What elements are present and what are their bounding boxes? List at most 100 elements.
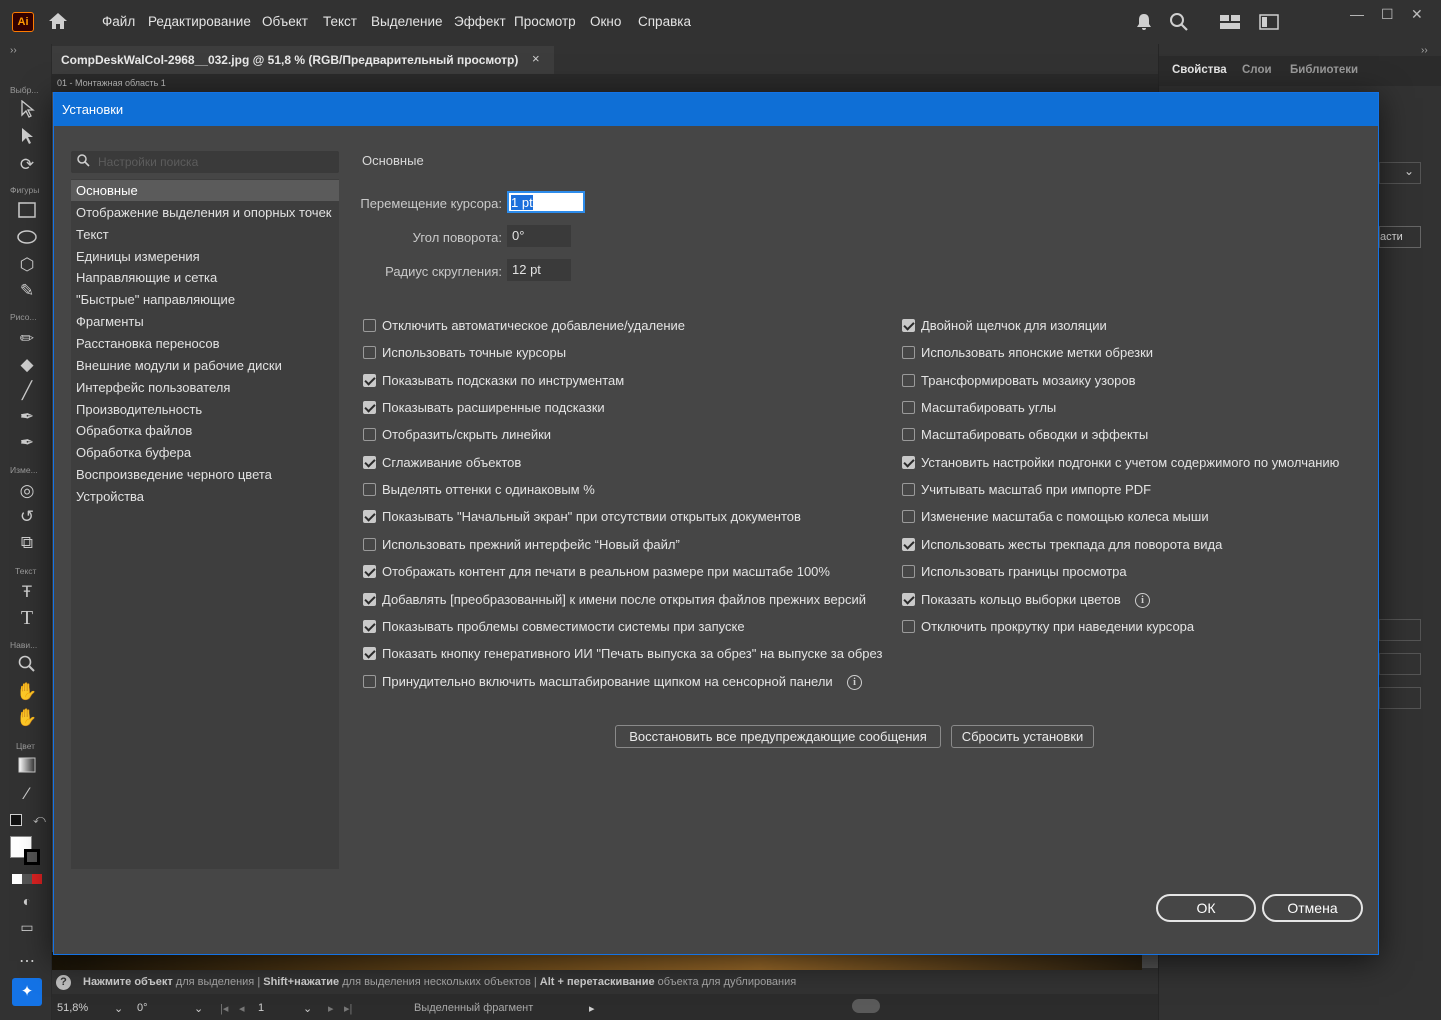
- stroke-swatch[interactable]: [24, 849, 40, 865]
- gradient-tool-icon[interactable]: [15, 757, 39, 779]
- menu-type[interactable]: Текст: [323, 14, 357, 29]
- menu-help[interactable]: Справка: [638, 14, 691, 29]
- category-item[interactable]: Фрагменты: [71, 311, 339, 332]
- next-artboard-icon[interactable]: ▸: [328, 1002, 334, 1015]
- checkbox-unchecked[interactable]: [902, 401, 915, 415]
- type-on-path-tool-icon[interactable]: Ŧ: [15, 581, 39, 603]
- last-artboard-icon[interactable]: ▸|: [344, 1002, 352, 1015]
- help-icon[interactable]: ?: [56, 975, 71, 990]
- category-item[interactable]: Воспроизведение черного цвета: [71, 464, 339, 485]
- checkbox-unchecked[interactable]: [902, 510, 915, 524]
- menu-view[interactable]: Просмотр: [514, 14, 576, 29]
- reset-preferences-button[interactable]: Сбросить установки: [951, 725, 1094, 748]
- checkbox-checked[interactable]: [902, 455, 915, 469]
- checkbox-unchecked[interactable]: [902, 565, 915, 579]
- menu-edit[interactable]: Редактирование: [148, 14, 251, 29]
- panel-field[interactable]: [1379, 687, 1421, 709]
- checkbox-checked[interactable]: [363, 619, 376, 633]
- home-icon[interactable]: [47, 11, 69, 31]
- checkbox-checked[interactable]: [902, 592, 915, 606]
- direct-selection-tool-icon[interactable]: [15, 127, 39, 149]
- checkbox-unchecked[interactable]: [902, 619, 915, 633]
- chevron-down-icon[interactable]: ⌄: [194, 1002, 203, 1015]
- rectangle-tool-icon[interactable]: [15, 202, 39, 224]
- bell-icon[interactable]: [1136, 13, 1152, 36]
- rotation-value[interactable]: 0°: [137, 1002, 148, 1014]
- type-tool-icon[interactable]: T: [15, 607, 39, 629]
- collapse-icon[interactable]: ››: [10, 45, 17, 56]
- pen-tool-icon[interactable]: ✒: [15, 406, 39, 428]
- category-item[interactable]: Внешние модули и рабочие диски: [71, 355, 339, 376]
- checkbox-unchecked[interactable]: [902, 373, 915, 387]
- checkbox-unchecked[interactable]: [902, 483, 915, 497]
- checkbox-checked[interactable]: [363, 510, 376, 524]
- restore-warnings-button[interactable]: Восстановить все предупреждающие сообщен…: [615, 725, 941, 748]
- rotate-view-tool-icon[interactable]: ✋: [15, 707, 39, 729]
- category-item[interactable]: Расстановка переносов: [71, 333, 339, 354]
- lasso-tool-icon[interactable]: ⟳: [15, 154, 39, 176]
- rotate-tool-icon[interactable]: ↺: [15, 506, 39, 528]
- category-item[interactable]: Единицы измерения: [71, 246, 339, 267]
- checkbox-unchecked[interactable]: [363, 483, 376, 497]
- draw-mode-icon[interactable]: ◐: [15, 890, 39, 912]
- menu-window[interactable]: Окно: [590, 14, 621, 29]
- color-mode-icon[interactable]: [12, 874, 42, 884]
- info-icon[interactable]: i: [1135, 592, 1150, 608]
- collapse-panel-icon[interactable]: ››: [1421, 45, 1428, 56]
- checkbox-unchecked[interactable]: [363, 319, 376, 332]
- menu-effect[interactable]: Эффект: [454, 14, 506, 29]
- polygon-tool-icon[interactable]: ⬡: [15, 254, 39, 276]
- constrain-angle-input[interactable]: 0°: [507, 225, 571, 247]
- search-icon[interactable]: [1169, 12, 1189, 37]
- menu-file[interactable]: Файл: [102, 14, 135, 29]
- minimize-icon[interactable]: —: [1350, 6, 1364, 22]
- checkbox-checked[interactable]: [363, 565, 376, 579]
- category-item[interactable]: Направляющие и сетка: [71, 267, 339, 288]
- warp-tool-icon[interactable]: ◎: [15, 480, 39, 502]
- checkbox-checked[interactable]: [363, 592, 376, 606]
- category-item[interactable]: Обработка буфера: [71, 442, 339, 463]
- prev-artboard-icon[interactable]: ◂: [239, 1002, 245, 1015]
- first-artboard-icon[interactable]: |◂: [220, 1002, 228, 1015]
- checkbox-unchecked[interactable]: [363, 674, 376, 688]
- menu-select[interactable]: Выделение: [371, 14, 443, 29]
- checkbox-checked[interactable]: [902, 319, 915, 332]
- more-tools-icon[interactable]: ⋯: [15, 951, 39, 973]
- brush-tool-icon[interactable]: ╱: [15, 380, 39, 402]
- ok-button[interactable]: ОК: [1156, 894, 1256, 922]
- info-icon[interactable]: i: [847, 674, 862, 690]
- zoom-tool-icon[interactable]: [15, 655, 39, 677]
- chevron-down-icon[interactable]: ⌄: [303, 1002, 312, 1015]
- category-item[interactable]: Текст: [71, 224, 339, 245]
- checkbox-unchecked[interactable]: [363, 428, 376, 442]
- document-tab[interactable]: CompDeskWalCol-2968__032.jpg @ 51,8 % (R…: [52, 46, 554, 74]
- eyedropper-tool-icon[interactable]: ⁄: [15, 783, 39, 805]
- category-item[interactable]: Основные: [71, 180, 339, 201]
- panel-field[interactable]: [1379, 653, 1421, 675]
- tab-layers[interactable]: Слои: [1242, 64, 1272, 76]
- cancel-button[interactable]: Отмена: [1262, 894, 1363, 922]
- cursor-key-input[interactable]: 1 pt: [507, 191, 585, 213]
- tab-libraries[interactable]: Библиотеки: [1290, 64, 1358, 76]
- pencil-tool-icon[interactable]: ✏: [15, 328, 39, 350]
- category-item[interactable]: Обработка файлов: [71, 420, 339, 441]
- zoom-level[interactable]: 51,8%: [57, 1002, 88, 1014]
- checkbox-checked[interactable]: [363, 455, 376, 469]
- menu-object[interactable]: Объект: [262, 14, 308, 29]
- close-window-icon[interactable]: ✕: [1411, 6, 1423, 23]
- horizontal-scrollbar[interactable]: [852, 999, 880, 1013]
- pin-tool-icon[interactable]: ✦: [12, 978, 42, 1006]
- category-item[interactable]: Производительность: [71, 399, 339, 420]
- shaper-tool-icon[interactable]: ✎: [15, 280, 39, 302]
- search-box[interactable]: [71, 151, 339, 173]
- chevron-down-icon[interactable]: ⌄: [114, 1002, 123, 1015]
- panel-field[interactable]: [1379, 619, 1421, 641]
- curvature-tool-icon[interactable]: ✒: [15, 432, 39, 454]
- close-tab-icon[interactable]: ×: [532, 51, 540, 66]
- panel-dropdown[interactable]: [1379, 162, 1421, 184]
- dialog-titlebar[interactable]: Установки: [54, 93, 1378, 126]
- hand-tool-icon[interactable]: ✋: [15, 681, 39, 703]
- panel-button[interactable]: асти: [1379, 226, 1421, 248]
- category-item[interactable]: Отображение выделения и опорных точек: [71, 202, 339, 223]
- maximize-icon[interactable]: ☐: [1381, 6, 1394, 23]
